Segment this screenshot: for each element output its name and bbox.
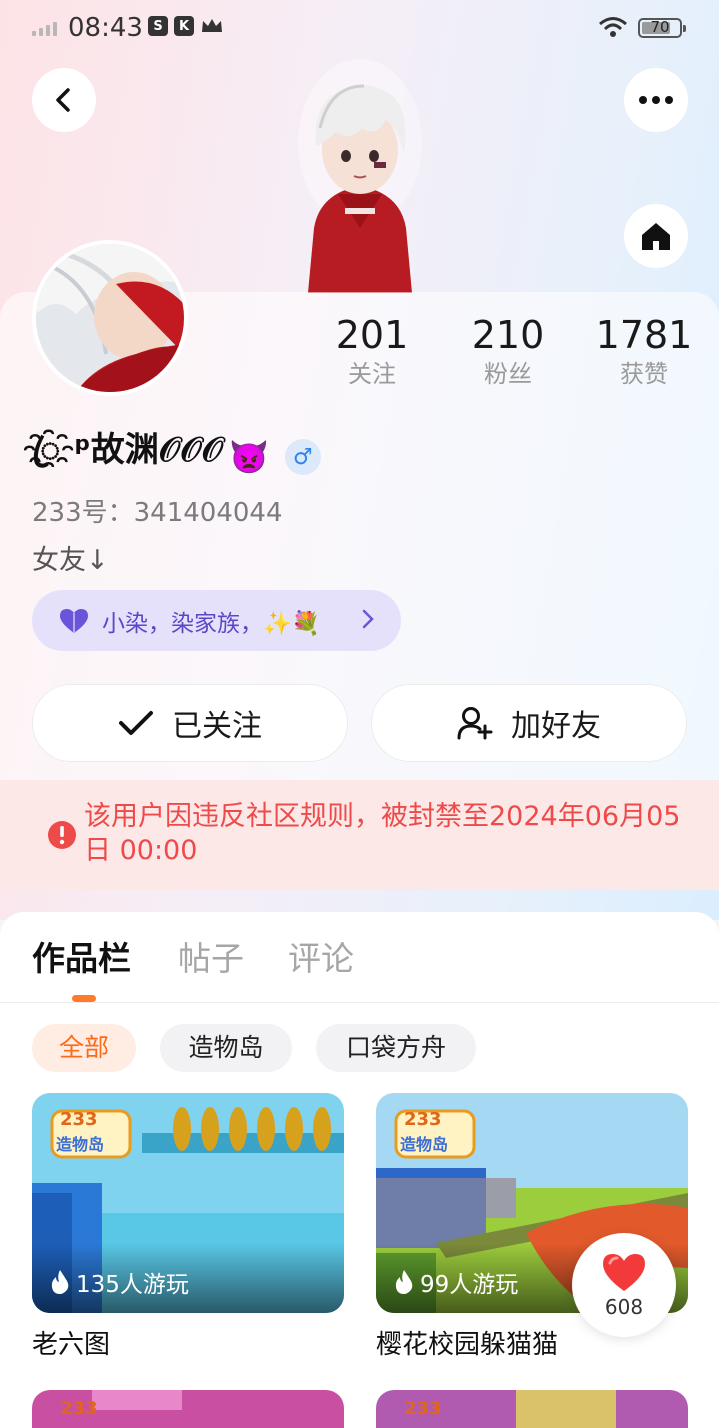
avatar-3d-character[interactable] [290,58,430,293]
status-bar: 08:43 S K 70 [0,0,719,58]
play-count-text: 135人游玩 [76,1272,189,1298]
flame-icon [395,1270,413,1294]
like-count: 608 [604,1295,644,1319]
tab-posts[interactable]: 帖子 [178,934,244,984]
flame-icon [51,1270,69,1294]
alert-icon [48,821,76,849]
battery-level: 70 [650,18,670,36]
game-title[interactable]: 老六图 [32,1324,110,1361]
stat-label: 获赞 [620,360,668,388]
tab-works[interactable]: 作品栏 [32,934,131,984]
stat-followers[interactable]: 210 粉丝 [438,312,578,390]
add-friend-button[interactable]: 加好友 [371,684,687,762]
game-title[interactable]: 樱花校园躲猫猫 [376,1324,558,1361]
user-id[interactable]: 233号：341404044 [32,492,283,529]
filter-all[interactable]: 全部 [32,1024,136,1072]
logo-number: 233 [60,1109,98,1130]
like-button[interactable]: 608 [572,1233,676,1337]
bio: 女友↓ [32,545,109,576]
home-button[interactable] [624,204,688,268]
stat-label: 关注 [348,360,396,388]
stat-value: 201 [335,313,409,357]
crown-icon [200,16,224,40]
game-card[interactable]: 233 [376,1390,688,1428]
add-user-icon [457,707,493,740]
battery-icon: 70 [638,18,686,38]
logo-text: 造物岛 [56,1135,105,1154]
nickname: ꦿ҈ᵖ故渊𝒪𝒪𝒪 [32,429,224,470]
play-count-text: 99人游玩 [420,1272,519,1298]
signal-icon [32,22,57,36]
back-button[interactable] [32,68,96,132]
check-icon [119,711,153,735]
nickname-emoji: 👿 [229,438,269,476]
wifi-icon [598,16,628,42]
tab-indicator [72,995,96,1002]
purple-heart-icon [60,608,88,633]
divider [0,1002,719,1003]
logo-number: 233 [404,1109,442,1130]
stat-following[interactable]: 201 关注 [302,312,442,390]
play-count: 135人游玩 [50,1265,189,1299]
filter-creation-island[interactable]: 造物岛 [160,1024,292,1072]
chevron-left-icon [56,88,70,112]
add-friend-label: 加好友 [511,709,601,744]
home-icon [642,223,670,250]
family-text: 小染，染家族，✨💐 [102,610,321,637]
avatar[interactable] [32,240,188,396]
stat-value: 210 [471,313,545,357]
status-time: 08:43 [68,13,143,43]
following-button[interactable]: 已关注 [32,684,348,762]
chevron-right-icon [362,609,374,629]
nickname-row: ꦿ҈ᵖ故渊𝒪𝒪𝒪 👿 ♂ [32,430,321,482]
ban-notice-text: 该用户因违反社区规则，被封禁至2024年06月05日 00:00 [84,801,681,866]
logo-number: 233 [60,1398,98,1419]
stat-likes[interactable]: 1781 获赞 [574,312,714,390]
play-count: 99人游玩 [394,1265,518,1299]
more-dots-icon [639,96,673,104]
tab-comments[interactable]: 评论 [288,934,354,984]
family-badge[interactable]: 小染，染家族，✨💐 [32,590,401,651]
logo-text: 造物岛 [400,1135,449,1154]
heart-icon [603,1254,645,1291]
stat-label: 粉丝 [484,360,532,388]
stat-value: 1781 [595,313,693,357]
k-app-icon: K [174,16,194,36]
male-gender-icon: ♂ [284,439,321,475]
game-card[interactable]: 233 [32,1390,344,1428]
logo-number: 233 [404,1398,442,1419]
game-card[interactable]: 233 造物岛 135人游玩 [32,1093,344,1313]
more-button[interactable] [624,68,688,132]
s-app-icon: S [148,16,168,36]
following-label: 已关注 [172,709,262,744]
filter-pocket-ark[interactable]: 口袋方舟 [316,1024,476,1072]
